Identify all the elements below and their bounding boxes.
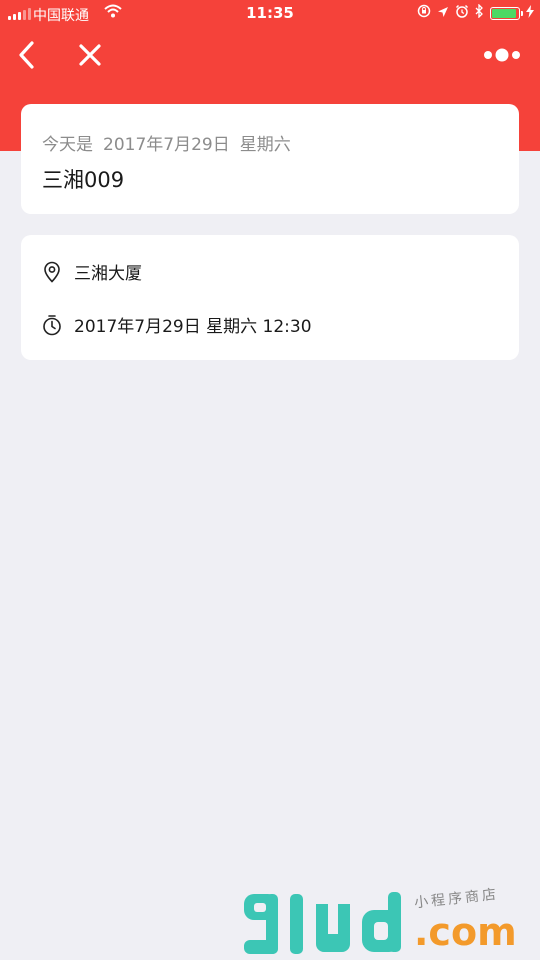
more-dots-icon — [484, 48, 520, 62]
glud-logo — [244, 892, 401, 954]
stopwatch-icon — [43, 314, 61, 335]
location-text: 三湘大厦 — [74, 264, 142, 284]
alarm-icon — [455, 4, 469, 22]
datetime-text: 2017年7月29日 星期六 12:30 — [74, 317, 312, 337]
more-button[interactable] — [482, 40, 522, 70]
event-detail-card: 三湘大厦 2017年7月29日 星期六 12:30 — [21, 235, 519, 360]
today-weekday: 星期六 — [239, 135, 291, 155]
map-pin-icon — [44, 261, 60, 283]
orientation-lock-icon — [417, 4, 431, 22]
status-icons — [417, 3, 534, 22]
location-arrow-icon — [437, 4, 449, 22]
today-date-line: 今天是 2017年7月29日 星期六 — [42, 130, 291, 155]
charging-icon — [526, 4, 534, 22]
battery-icon — [490, 6, 523, 20]
today-prefix: 今天是 — [42, 135, 93, 155]
event-name: 三湘009 — [42, 168, 125, 192]
chevron-left-icon — [19, 41, 34, 69]
screen: 中国联通 11:35 今天是 2017年7月29日 星期六 三湘009 三湘大厦… — [0, 0, 540, 960]
bluetooth-icon — [475, 3, 484, 22]
watermark-tagline: 小程序商店 — [413, 886, 500, 912]
watermark-domain: .com — [414, 910, 517, 954]
watermark-logo: 小程序商店 .com — [236, 880, 536, 960]
close-icon — [79, 44, 101, 66]
back-button[interactable] — [14, 38, 44, 72]
location-row[interactable]: 三湘大厦 — [42, 259, 142, 284]
close-button[interactable] — [74, 38, 106, 72]
status-bar: 中国联通 11:35 — [0, 0, 540, 28]
today-date: 2017年7月29日 — [103, 135, 230, 155]
time-row: 2017年7月29日 星期六 12:30 — [42, 312, 312, 337]
today-card: 今天是 2017年7月29日 星期六 三湘009 — [21, 104, 519, 214]
